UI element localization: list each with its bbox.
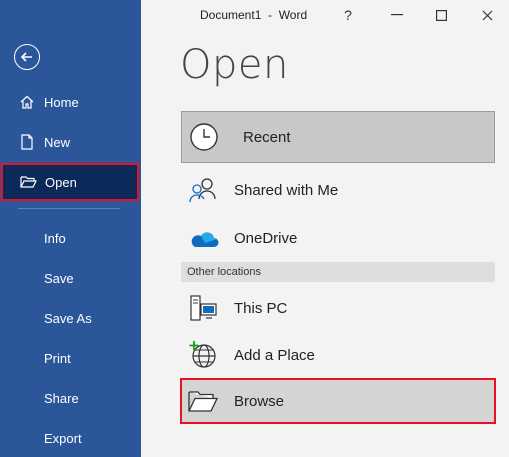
people-icon — [187, 174, 219, 206]
title-bar: Document1 - Word ? — [141, 0, 509, 30]
sidebar-item-share[interactable]: Share — [0, 379, 141, 417]
location-label: Browse — [234, 392, 285, 410]
globe-add-icon — [187, 339, 219, 371]
close-button[interactable] — [475, 4, 499, 26]
sidebar-item-print[interactable]: Print — [0, 339, 141, 377]
sidebar-item-label: New — [44, 134, 71, 150]
location-add-a-place[interactable]: Add a Place — [181, 331, 495, 379]
back-arrow-icon[interactable] — [14, 44, 40, 70]
sidebar-item-info[interactable]: Info — [0, 219, 141, 257]
sidebar-item-label: Save As — [44, 310, 92, 326]
home-icon — [18, 93, 36, 111]
location-label: OneDrive — [234, 229, 298, 247]
sidebar-item-new[interactable]: New — [0, 123, 141, 161]
location-label: Shared with Me — [234, 181, 339, 199]
location-this-pc[interactable]: This PC — [181, 284, 495, 332]
sidebar-item-export[interactable]: Export — [0, 419, 141, 457]
location-shared-with-me[interactable]: Shared with Me — [181, 166, 495, 214]
cloud-icon — [187, 222, 219, 254]
new-document-icon — [18, 133, 36, 151]
sidebar-item-label: Info — [44, 230, 66, 246]
sidebar-item-label: Share — [44, 390, 79, 406]
sidebar-item-home[interactable]: Home — [0, 83, 141, 121]
help-button[interactable]: ? — [336, 4, 360, 26]
location-label: Add a Place — [234, 346, 315, 364]
window-title: Document1 - Word — [200, 8, 308, 22]
sidebar-item-label: Home — [44, 94, 79, 110]
page-title: Open — [180, 42, 289, 88]
minimize-button[interactable] — [385, 4, 409, 26]
sidebar-item-label: Save — [44, 270, 74, 286]
folder-icon — [187, 385, 219, 417]
sidebar-item-save[interactable]: Save — [0, 259, 141, 297]
open-folder-icon — [19, 173, 37, 191]
sidebar-item-label: Open — [45, 174, 77, 190]
computer-icon — [187, 292, 219, 324]
clock-icon — [188, 121, 220, 153]
sidebar-item-open[interactable]: Open — [1, 163, 139, 201]
location-browse[interactable]: Browse — [180, 378, 496, 424]
sidebar-divider — [18, 208, 120, 209]
location-label: This PC — [234, 299, 288, 317]
other-locations-header: Other locations — [181, 262, 495, 282]
location-label: Recent — [243, 128, 291, 146]
sidebar-item-label: Print — [44, 350, 71, 366]
location-onedrive[interactable]: OneDrive — [181, 214, 495, 262]
maximize-button[interactable] — [429, 4, 453, 26]
sidebar-item-save-as[interactable]: Save As — [0, 299, 141, 337]
backstage-sidebar: Home New Open Info Save Save As Print Sh… — [0, 0, 141, 457]
sidebar-item-label: Export — [44, 430, 82, 446]
location-recent[interactable]: Recent — [181, 111, 495, 163]
